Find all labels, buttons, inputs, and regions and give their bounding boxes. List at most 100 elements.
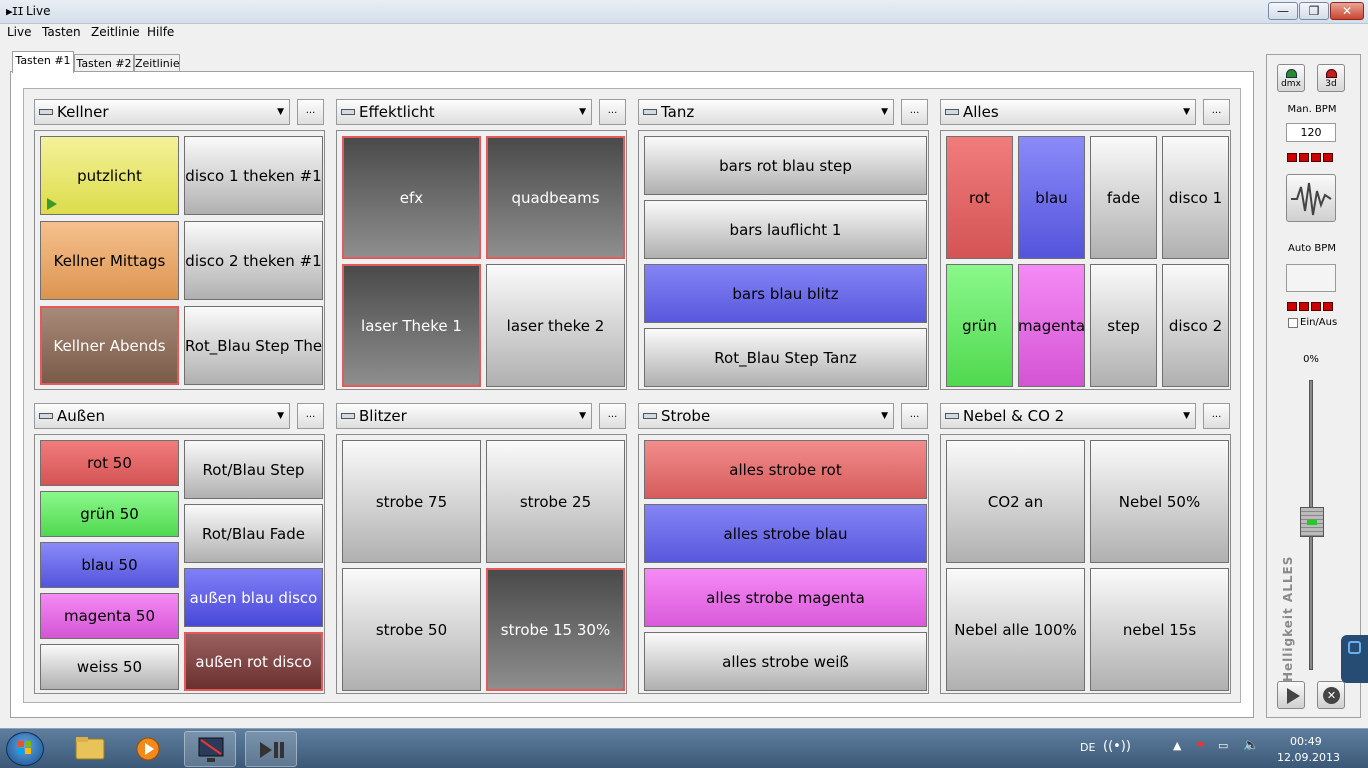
- panel-dropdown-tanz[interactable]: Tanz ▼: [638, 99, 894, 125]
- cue-button[interactable]: Kellner Mittags: [40, 221, 179, 300]
- cue-button[interactable]: strobe 75: [342, 440, 481, 563]
- cue-button[interactable]: strobe 25: [486, 440, 625, 563]
- chevron-down-icon: ▼: [1183, 107, 1190, 117]
- cue-button[interactable]: CO2 an: [946, 440, 1085, 563]
- taskbar-explorer[interactable]: [64, 731, 116, 767]
- 3d-status-icon: [1326, 69, 1337, 78]
- cue-button[interactable]: alles strobe rot: [644, 440, 927, 499]
- taskbar-live[interactable]: [245, 731, 297, 767]
- tap-bpm-button[interactable]: [1286, 174, 1336, 222]
- cue-button[interactable]: alles strobe magenta: [644, 568, 927, 627]
- cue-button[interactable]: Rot/Blau Step: [184, 440, 323, 499]
- language-indicator[interactable]: DE: [1080, 741, 1095, 754]
- tab-tasten-1[interactable]: Tasten #1: [12, 51, 74, 73]
- menu-hilfe[interactable]: Hilfe: [147, 25, 174, 39]
- close-button[interactable]: ✕: [1330, 2, 1364, 20]
- panel-more-button[interactable]: ...: [901, 403, 928, 429]
- volume-icon[interactable]: 🔈: [1243, 738, 1259, 753]
- ein-aus-checkbox[interactable]: [1288, 318, 1298, 328]
- cue-button[interactable]: strobe 15 30%: [486, 568, 625, 691]
- network-icon[interactable]: ((•)): [1103, 739, 1131, 754]
- brightness-slider-handle[interactable]: [1300, 507, 1324, 537]
- panel-dropdown-effektlicht[interactable]: Effektlicht ▼: [336, 99, 592, 125]
- panel-dropdown-alles[interactable]: Alles ▼: [940, 99, 1196, 125]
- panel-dropdown-nebel[interactable]: Nebel & CO 2 ▼: [940, 403, 1196, 429]
- panel-more-button[interactable]: ...: [297, 403, 324, 429]
- menu-live[interactable]: Live: [7, 25, 32, 39]
- panel-more-button[interactable]: ...: [901, 99, 928, 125]
- menu-bar: Live Tasten Zeitlinie Hilfe: [0, 24, 1368, 42]
- taskbar-display[interactable]: [184, 731, 236, 767]
- cue-button[interactable]: nebel 15s: [1090, 568, 1229, 691]
- cue-button[interactable]: Rot/Blau Fade: [184, 504, 323, 563]
- cue-button[interactable]: disco 2: [1162, 264, 1229, 387]
- cue-button[interactable]: alles strobe weiß: [644, 632, 927, 691]
- clock-time[interactable]: 00:49: [1290, 735, 1322, 748]
- cue-button[interactable]: grün: [946, 264, 1013, 387]
- cue-button[interactable]: laser Theke 1: [342, 264, 481, 387]
- cue-button[interactable]: Rot_Blau Step Tanz: [644, 328, 927, 387]
- cue-button[interactable]: Kellner Abends: [40, 306, 179, 385]
- cue-button[interactable]: rot: [946, 136, 1013, 259]
- man-bpm-input[interactable]: 120: [1286, 123, 1336, 142]
- stop-button[interactable]: ✕: [1317, 681, 1345, 709]
- cue-button[interactable]: strobe 50: [342, 568, 481, 691]
- panel-body-strobe: alles strobe rot alles strobe blau alles…: [638, 434, 929, 694]
- cue-button[interactable]: rot 50: [40, 440, 179, 486]
- auto-bpm-led: [1299, 302, 1309, 311]
- bpm-led: [1287, 153, 1297, 162]
- tray-expand-icon[interactable]: ▲: [1173, 739, 1181, 752]
- side-grip-tab[interactable]: [1341, 635, 1368, 683]
- cue-button[interactable]: efx: [342, 136, 481, 259]
- dmx-button[interactable]: dmx: [1277, 64, 1305, 92]
- minimize-button[interactable]: —: [1268, 2, 1298, 20]
- display-tray-icon[interactable]: ▭: [1218, 739, 1228, 752]
- panel-more-button[interactable]: ...: [1203, 99, 1230, 125]
- cue-button[interactable]: Nebel 50%: [1090, 440, 1229, 563]
- panel-more-button[interactable]: ...: [1203, 403, 1230, 429]
- panel-more-button[interactable]: ...: [599, 99, 626, 125]
- cue-button[interactable]: außen rot disco: [184, 632, 323, 691]
- cue-button[interactable]: außen blau disco: [184, 568, 323, 627]
- action-center-icon[interactable]: ⚑: [1195, 739, 1205, 752]
- chevron-down-icon: ▼: [579, 107, 586, 117]
- menu-tasten[interactable]: Tasten: [42, 25, 81, 39]
- panel-dropdown-aussen[interactable]: Außen ▼: [34, 403, 290, 429]
- collapse-icon: [945, 109, 959, 115]
- play-button[interactable]: [1277, 681, 1305, 709]
- cue-button[interactable]: blau 50: [40, 542, 179, 588]
- cue-button[interactable]: fade: [1090, 136, 1157, 259]
- cue-button[interactable]: disco 2 theken #1: [184, 221, 323, 300]
- cue-button[interactable]: bars lauflicht 1: [644, 200, 927, 259]
- maximize-button[interactable]: ❐: [1299, 2, 1329, 20]
- cue-button[interactable]: grün 50: [40, 491, 179, 537]
- menu-zeitlinie[interactable]: Zeitlinie: [91, 25, 140, 39]
- taskbar-media-player[interactable]: [122, 731, 174, 767]
- cue-button[interactable]: disco 1 theken #1: [184, 136, 323, 215]
- panel-dropdown-blitzer[interactable]: Blitzer ▼: [336, 403, 592, 429]
- panel-more-button[interactable]: ...: [599, 403, 626, 429]
- panel-dropdown-strobe[interactable]: Strobe ▼: [638, 403, 894, 429]
- clock-date[interactable]: 12.09.2013: [1277, 751, 1340, 764]
- cue-button[interactable]: bars rot blau step: [644, 136, 927, 195]
- panel-body-tanz: bars rot blau step bars lauflicht 1 bars…: [638, 130, 929, 390]
- cue-button[interactable]: weiss 50: [40, 644, 179, 690]
- 3d-button[interactable]: 3d: [1317, 64, 1345, 92]
- cue-button[interactable]: magenta 50: [40, 593, 179, 639]
- cue-button[interactable]: bars blau blitz: [644, 264, 927, 323]
- cue-button[interactable]: magenta: [1018, 264, 1085, 387]
- cue-button[interactable]: step: [1090, 264, 1157, 387]
- cue-button[interactable]: blau: [1018, 136, 1085, 259]
- panel-header-tanz: Tanz ▼ ...: [638, 99, 929, 125]
- cue-button[interactable]: putzlicht: [40, 136, 179, 215]
- panel-dropdown-kellner[interactable]: Kellner ▼: [34, 99, 290, 125]
- cue-button[interactable]: alles strobe blau: [644, 504, 927, 563]
- panel-more-button[interactable]: ...: [297, 99, 324, 125]
- start-button[interactable]: [6, 732, 44, 766]
- collapse-icon: [341, 109, 355, 115]
- cue-button[interactable]: quadbeams: [486, 136, 625, 259]
- cue-button[interactable]: Rot_Blau Step Theke: [184, 306, 323, 385]
- cue-button[interactable]: Nebel alle 100%: [946, 568, 1085, 691]
- cue-button[interactable]: laser theke 2: [486, 264, 625, 387]
- cue-button[interactable]: disco 1: [1162, 136, 1229, 259]
